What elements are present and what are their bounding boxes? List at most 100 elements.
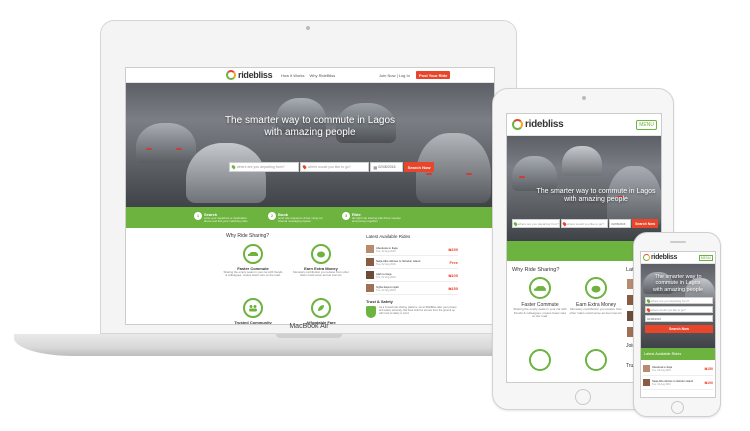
- hero-title: The smarter way to commute in Lagos with…: [531, 188, 661, 204]
- search-bar: where are you departing from? where woul…: [229, 162, 434, 172]
- step-text: enter your departure or destination abov…: [204, 215, 248, 223]
- to-field[interactable]: where would you like to go?: [299, 162, 370, 172]
- nav-links: How it Works Why RideBliss: [281, 73, 335, 78]
- logo-text: ridebliss: [651, 254, 678, 261]
- menu-button[interactable]: MENU: [636, 120, 657, 130]
- pin-green-icon: [231, 164, 236, 170]
- nav-login[interactable]: Join Now | Log In: [379, 73, 410, 78]
- why-title: Why Ride Sharing?: [226, 233, 270, 239]
- latest-rides-panel: Latest Available Rides Abeokuta to Ikeja…: [366, 234, 458, 318]
- hero-title: The smarter way to commute in Lagos with…: [126, 115, 494, 139]
- to-placeholder: where would you like to go?: [566, 221, 604, 226]
- step-number: 2: [268, 211, 276, 220]
- content-area: Why Ride Sharing? Faster Commute Sharing…: [126, 228, 494, 324]
- pin-red-icon: [301, 164, 307, 170]
- people-icon: [529, 349, 551, 371]
- hero-title-line2: with amazing people: [264, 127, 356, 138]
- hero-title: The smarter way to commute in Lagos with…: [641, 274, 715, 293]
- nav-how-it-works[interactable]: How it Works: [281, 73, 304, 78]
- ride-price: Free: [449, 259, 458, 265]
- ride-item[interactable]: Abeokuta to Ikeja Tue, 02 Aug 2016 ₦150: [643, 362, 713, 376]
- search-now-button[interactable]: Search Now: [632, 219, 658, 228]
- laptop: ridebliss How it Works Why RideBliss Joi…: [100, 20, 517, 334]
- ride-item[interactable]: Abeokuta to Ikeja Tue, 02 Aug 2016 ₦150: [366, 243, 458, 256]
- step-number: 1: [194, 211, 202, 220]
- phone: ridebliss MENU The smarter way to commut…: [633, 232, 721, 417]
- from-placeholder: where are you departing from?: [518, 221, 559, 226]
- ride-item[interactable]: Ogba Ikeja to Ajah Tue, 02 Aug 2016 ₦150: [366, 282, 458, 295]
- why-item-text: Sharing the empty seats in your car with…: [513, 307, 567, 319]
- ride-item[interactable]: Ajah to Ikeja Tue, 02 Aug 2016 ₦100: [366, 269, 458, 282]
- ride-item[interactable]: Naija Alhe Akinwe to Ifelodun Island Tue,…: [643, 376, 713, 390]
- phone-screen: ridebliss MENU The smarter way to commut…: [640, 251, 716, 398]
- logo-ring-icon: [226, 70, 236, 80]
- ride-price: ₦150: [448, 285, 458, 291]
- from-field[interactable]: where are you departing from?: [229, 162, 299, 172]
- piggy-bank-icon: [311, 244, 331, 264]
- step-book: 2 Book send ride request to driver using …: [268, 211, 328, 224]
- why-item-text: Sharing the empty seats in your car with…: [223, 270, 283, 278]
- ride-item[interactable]: Naija Alhe Akinwe to Ifelodun Island Tue,…: [366, 256, 458, 269]
- avatar: [366, 245, 374, 253]
- date-field[interactable]: 02/08/2016: [645, 315, 713, 322]
- date-value: 02/08/2016: [647, 316, 661, 321]
- avatar: [366, 271, 374, 279]
- phone-navbar: ridebliss MENU: [641, 252, 715, 264]
- search-now-button[interactable]: Search Now: [645, 325, 713, 333]
- car-icon: [243, 244, 263, 264]
- from-field[interactable]: where are you departing from?: [645, 297, 713, 304]
- phone-home-button[interactable]: [671, 401, 684, 414]
- from-placeholder: where are you departing from?: [237, 164, 285, 169]
- step-text: send ride request to driver using our in…: [278, 215, 323, 223]
- menu-button[interactable]: MENU: [698, 255, 713, 261]
- ride-price: ₦150: [448, 246, 458, 252]
- traffic-car: [562, 146, 602, 176]
- how-it-works-band: 1 Search enter your departure or destinat…: [126, 207, 494, 228]
- avatar: [643, 365, 650, 372]
- ride-price: ₦100: [448, 272, 458, 278]
- step-search: 1 Search enter your departure or destinat…: [194, 211, 254, 224]
- ride-price: ₦100: [704, 380, 713, 385]
- to-placeholder: where would you like to go?: [307, 164, 351, 169]
- to-placeholder: where would you like to go?: [651, 307, 686, 312]
- to-field[interactable]: where would you like to go?: [560, 219, 609, 228]
- device-mockup-scene: ridebliss How it Works Why RideBliss Joi…: [0, 0, 750, 431]
- date-value: 02/08/2016: [378, 164, 396, 169]
- piggy-bank-icon: [585, 277, 607, 299]
- search-now-button[interactable]: Search Now: [404, 162, 434, 172]
- ride-date: Tue, 02 Aug 2016: [652, 368, 671, 372]
- tablet-hero: The smarter way to commute in Lagos with…: [507, 136, 661, 241]
- site-logo[interactable]: ridebliss: [226, 70, 273, 80]
- ride-date: Tue, 02 Aug 2016: [376, 262, 396, 266]
- tail-light: [519, 176, 525, 178]
- why-item: Affordable Fare: [291, 298, 351, 324]
- tail-light: [176, 148, 182, 150]
- to-field[interactable]: where would you like to go?: [645, 306, 713, 313]
- why-item-text: Monetary contribution you receive from o…: [569, 307, 623, 315]
- trust-title: Trust & Safety: [366, 299, 393, 304]
- from-placeholder: where are you departing from?: [651, 298, 690, 303]
- phone-green-band: Latest Available Rides: [641, 348, 715, 360]
- date-field[interactable]: 02/08/2016: [609, 219, 632, 228]
- leaf-icon: [311, 298, 331, 318]
- nav-why-ridebliss[interactable]: Why RideBliss: [309, 73, 335, 78]
- shield-icon: [366, 306, 376, 318]
- ride-date: Tue, 02 Aug 2016: [376, 288, 396, 292]
- calendar-icon: ▦: [373, 164, 378, 170]
- ride-price: ₦150: [704, 366, 713, 371]
- from-field[interactable]: where are you departing from?: [512, 219, 560, 228]
- phone-speaker: [670, 241, 686, 243]
- tablet-home-button[interactable]: [575, 389, 591, 405]
- date-field[interactable]: ▦ 02/08/2016: [370, 162, 404, 172]
- logo-text: ridebliss: [238, 70, 273, 80]
- hero-title-line3: with amazing people: [652, 286, 704, 293]
- logo-ring-icon: [643, 254, 650, 261]
- avatar: [366, 284, 374, 292]
- phone-hero: The smarter way to commute in Lagos with…: [641, 264, 715, 348]
- step-number: 3: [342, 211, 350, 220]
- ride-date: Tue, 02 Aug 2016: [652, 382, 671, 386]
- post-ride-button[interactable]: Post Your Ride: [416, 71, 451, 79]
- trackpad-notch: [276, 334, 342, 338]
- step-ride: 3 Ride all night ride sharing with driver…: [342, 211, 402, 224]
- why-item: Earn Extra Money Monetary contribution y…: [291, 244, 351, 278]
